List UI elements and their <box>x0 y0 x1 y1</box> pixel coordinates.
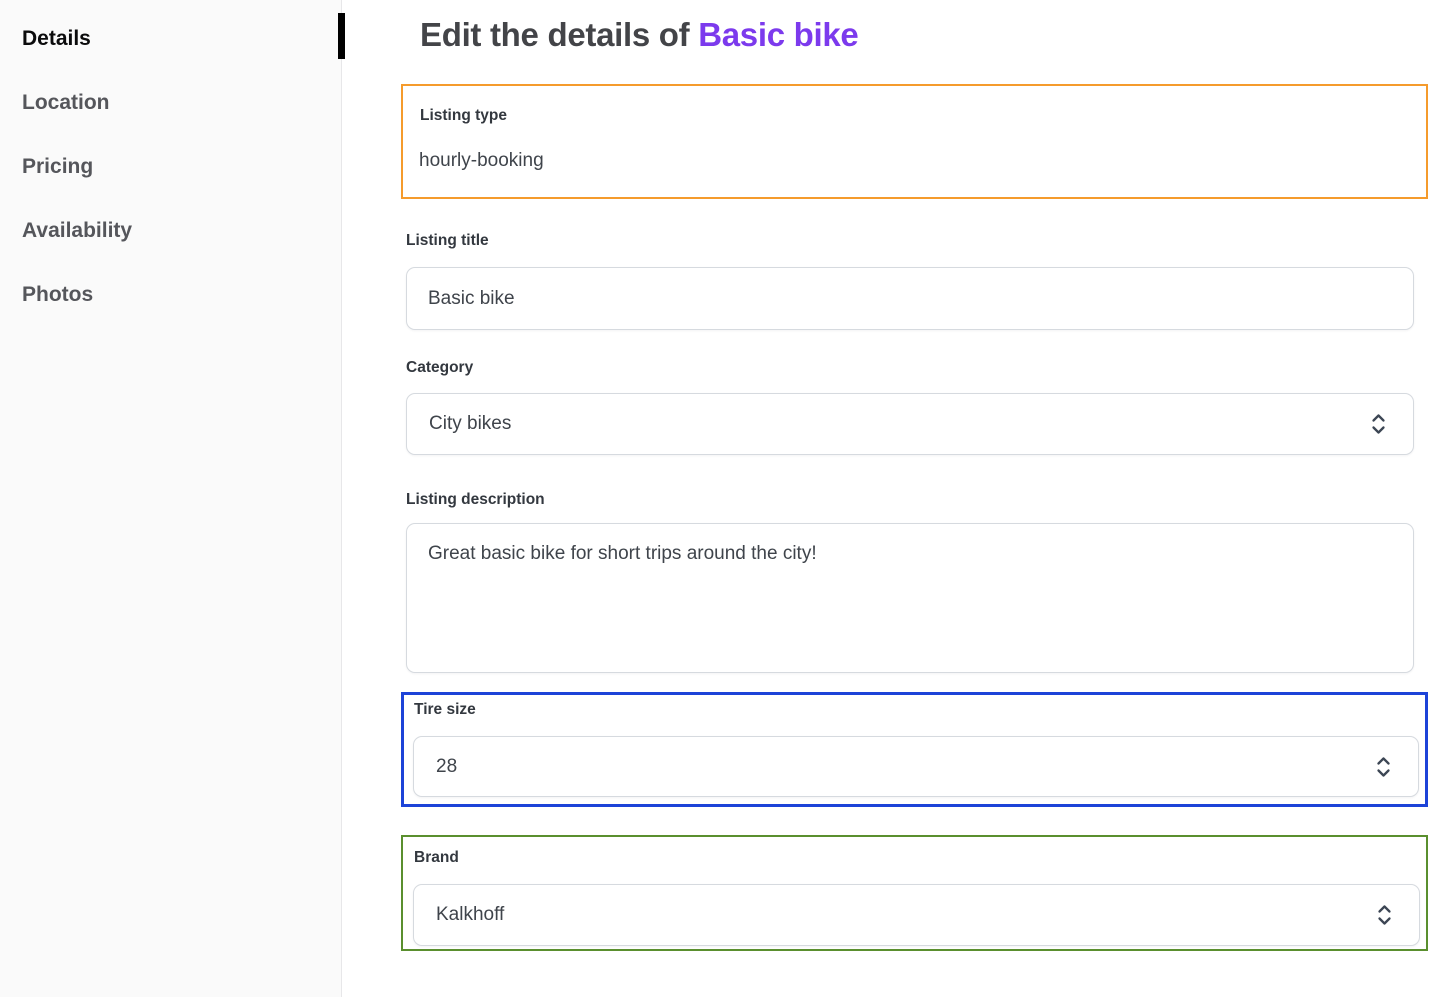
sidebar-item-pricing[interactable]: Pricing <box>0 135 341 199</box>
category-group: Category City bikes <box>406 358 1414 455</box>
listing-description-label: Listing description <box>406 490 1414 509</box>
tire-size-group: Tire size 28 <box>401 692 1428 807</box>
listing-type-group: Listing type hourly-booking <box>401 84 1428 199</box>
brand-select[interactable]: Kalkhoff <box>413 884 1420 946</box>
chevron-up-down-icon <box>1370 413 1387 436</box>
listing-title-group: Listing title <box>406 231 1414 330</box>
brand-group: Brand Kalkhoff <box>401 835 1428 951</box>
listing-type-value: hourly-booking <box>419 149 1410 173</box>
sidebar: Details Location Pricing Availability Ph… <box>0 0 342 997</box>
page-title-prefix: Edit the details of <box>420 16 698 53</box>
brand-selected-value: Kalkhoff <box>436 904 504 926</box>
page-title: Edit the details of Basic bike <box>420 15 1456 55</box>
sidebar-item-photos[interactable]: Photos <box>0 263 341 327</box>
sidebar-item-details[interactable]: Details <box>0 7 341 71</box>
listing-title-input[interactable] <box>406 267 1414 330</box>
brand-label: Brand <box>414 848 1420 867</box>
category-selected-value: City bikes <box>429 413 511 435</box>
app-window: Details Location Pricing Availability Ph… <box>0 0 1456 997</box>
category-select[interactable]: City bikes <box>406 393 1414 455</box>
active-tab-indicator <box>338 13 345 59</box>
listing-description-textarea[interactable]: Great basic bike for short trips around … <box>406 523 1414 673</box>
chevron-up-down-icon <box>1376 904 1393 927</box>
chevron-up-down-icon <box>1375 755 1392 778</box>
sidebar-item-location[interactable]: Location <box>0 71 341 135</box>
tire-size-selected-value: 28 <box>436 756 457 778</box>
listing-description-group: Listing description Great basic bike for… <box>406 490 1414 673</box>
listing-type-label: Listing type <box>420 106 1410 125</box>
page-title-listing-name: Basic bike <box>698 16 858 53</box>
tire-size-select[interactable]: 28 <box>413 736 1419 797</box>
edit-listing-form: Listing type hourly-booking Listing titl… <box>401 84 1428 951</box>
tire-size-label: Tire size <box>414 700 1419 719</box>
category-label: Category <box>406 358 1414 377</box>
sidebar-item-availability[interactable]: Availability <box>0 199 341 263</box>
listing-title-label: Listing title <box>406 231 1414 250</box>
main-content: Edit the details of Basic bike Listing t… <box>342 0 1456 997</box>
